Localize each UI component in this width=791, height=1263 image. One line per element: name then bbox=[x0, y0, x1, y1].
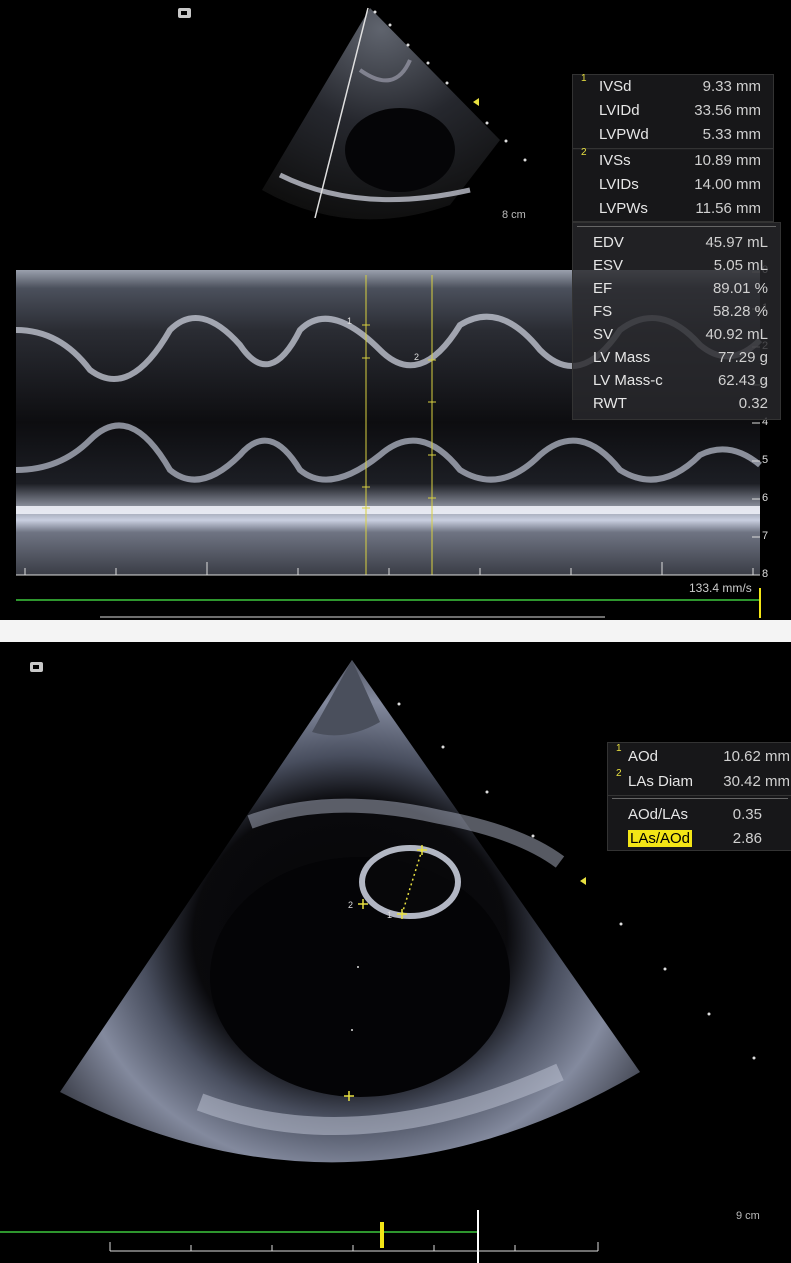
calc-row: EF 89.01 % bbox=[593, 280, 768, 297]
calculation-results: EDV 45.97 mL ESV 5.05 mL EF 89.01 % FS 58.28… bbox=[572, 222, 781, 420]
measurement-row: 1 AOd 10.62 mm bbox=[616, 743, 790, 765]
ratio-row: AOd/LAs 0.35 bbox=[628, 806, 762, 823]
focus-marker-icon bbox=[473, 98, 479, 106]
measurement-group-diastole: 1 IVSd 9.33 mm LVIDd 33.56 mm LVPWd 5.33 mm bbox=[572, 73, 774, 150]
mmode-marker-2: 2 bbox=[414, 352, 420, 362]
timeline-frame-marker bbox=[380, 1222, 384, 1248]
measurement-row: LVIDd 33.56 mm bbox=[599, 102, 761, 119]
probe-orientation-icon bbox=[30, 662, 43, 672]
calc-row: RWT 0.32 bbox=[593, 395, 768, 412]
caliper-marker-1: 1 bbox=[387, 910, 393, 920]
ratio-row-highlighted: LAs/AOd 2.86 bbox=[628, 830, 762, 847]
measurement-row: LVIDs 14.00 mm bbox=[599, 176, 761, 193]
calc-row: ESV 5.05 mL bbox=[593, 257, 768, 274]
panel-separator bbox=[0, 620, 791, 642]
sweep-speed-label: 133.4 mm/s bbox=[689, 581, 752, 595]
measurement-row: 2 LAs Diam 30.42 mm bbox=[616, 768, 790, 790]
calc-row: SV 40.92 mL bbox=[593, 326, 768, 343]
calc-row: FS 58.28 % bbox=[593, 303, 768, 320]
depth-label: 9 cm bbox=[736, 1210, 760, 1222]
timeline-ruler bbox=[109, 1242, 599, 1252]
measurement-row: LVPWs 11.56 mm bbox=[599, 200, 761, 217]
measurement-group-aorta-la: 1 AOd 10.62 mm 2 LAs Diam 30.42 mm bbox=[607, 742, 791, 796]
measurement-group-systole: 2 IVSs 10.89 mm LVIDs 14.00 mm LVPWs 11.56 m… bbox=[572, 147, 774, 222]
depth-label: 8 cm bbox=[502, 209, 526, 221]
probe-orientation-icon bbox=[178, 8, 191, 18]
measurement-row: LVPWd 5.33 mm bbox=[599, 126, 761, 143]
measurement-row: 2 IVSs 10.89 mm bbox=[581, 147, 761, 169]
2d-echo-panel: 9 cm 1 2 1 AOd 10.62 mm 2 LAs Diam 30.42 mm … bbox=[0, 642, 791, 1263]
calc-row: EDV 45.97 mL bbox=[593, 234, 768, 251]
caliper-marker-2: 2 bbox=[348, 900, 354, 910]
measurement-row: 1 IVSd 9.33 mm bbox=[581, 73, 761, 95]
mmode-panel: 8 cm 133.4 mm/s 1 2 0 1 2 3 4 5 6 7 8 1I… bbox=[0, 0, 791, 620]
ratio-results: AOd/LAs 0.35 LAs/AOd 2.86 bbox=[607, 795, 791, 851]
focus-marker-icon bbox=[580, 877, 586, 885]
calc-row: LV Mass-c 62.43 g bbox=[593, 372, 768, 389]
bottom-panel-image bbox=[0, 660, 756, 1263]
mmode-marker-1: 1 bbox=[347, 316, 353, 326]
calc-row: LV Mass 77.29 g bbox=[593, 349, 768, 366]
